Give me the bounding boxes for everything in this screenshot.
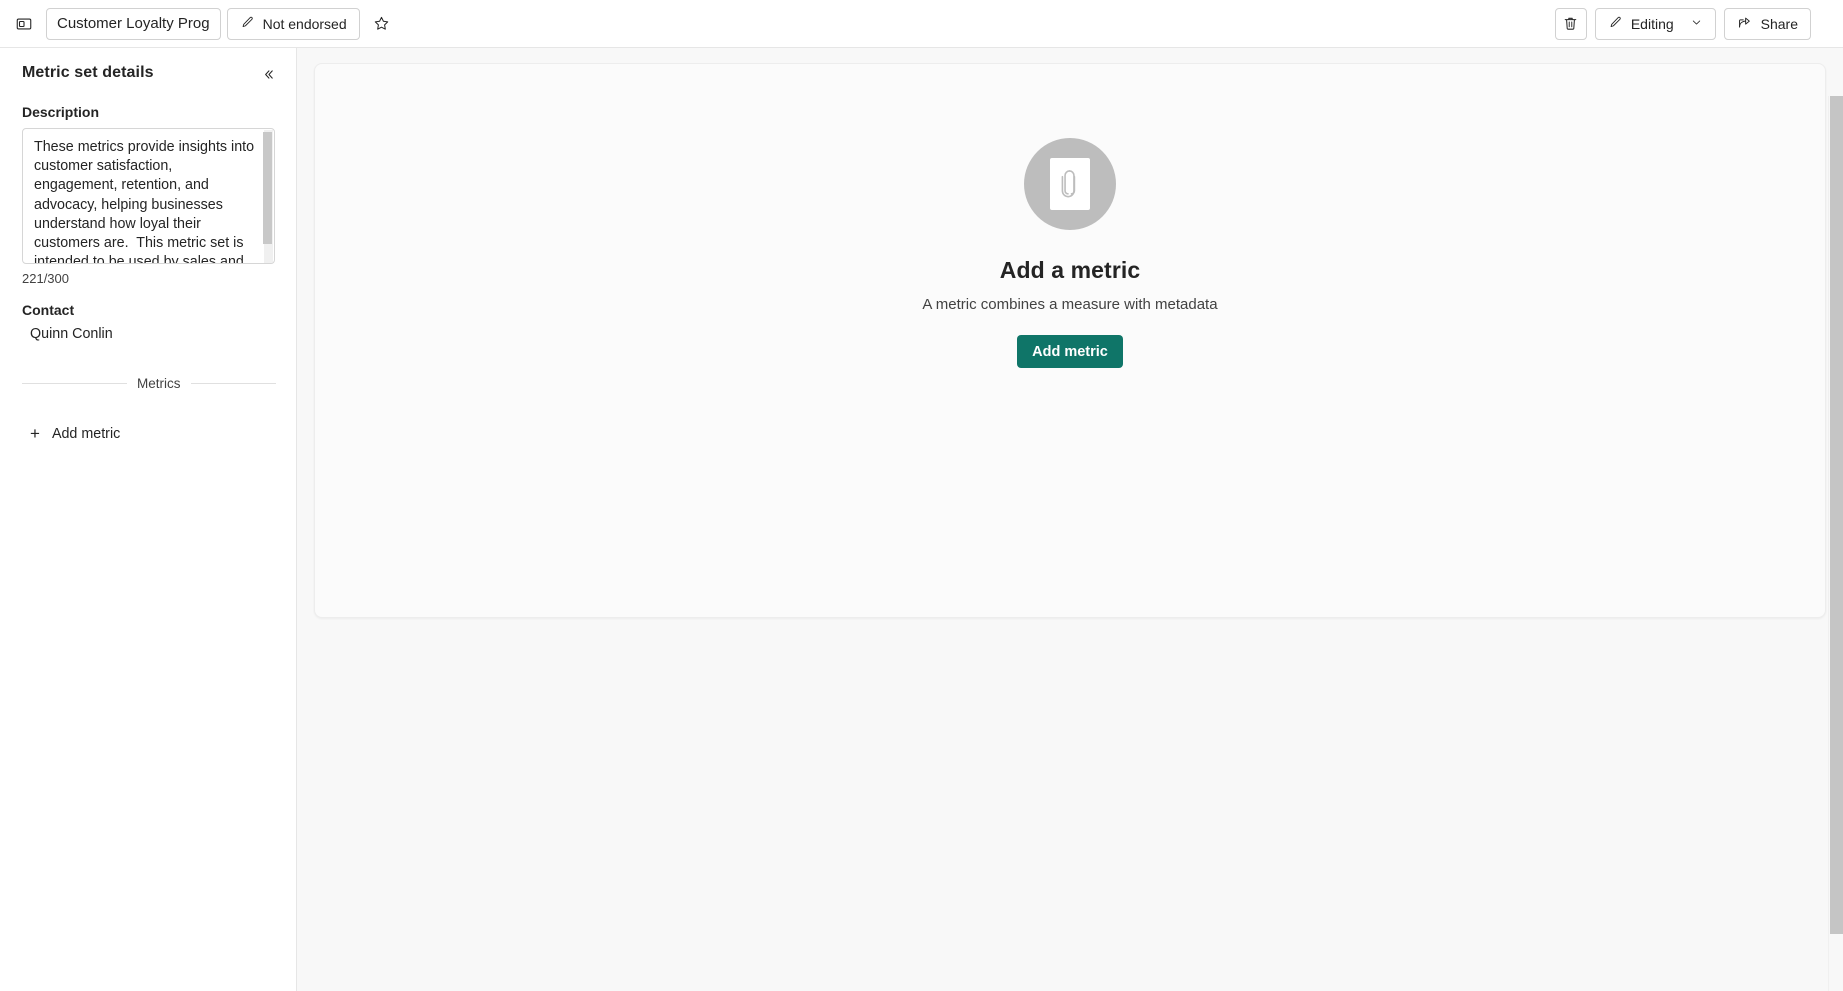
empty-state-title: Add a metric <box>999 257 1141 283</box>
panel-left-icon[interactable] <box>8 8 40 40</box>
endorsement-button[interactable]: Not endorsed <box>226 7 360 40</box>
editing-mode-button[interactable]: Editing <box>1594 7 1716 40</box>
trash-icon[interactable] <box>1554 7 1587 40</box>
app-window: Customer Loyalty Prog Not endorsed Editi… <box>0 0 1843 991</box>
empty-state-subtitle: A metric combines a measure with metadat… <box>922 296 1218 313</box>
chevron-double-left-icon[interactable] <box>256 62 280 86</box>
contact-value[interactable]: Quinn Conlin <box>22 326 276 342</box>
panel-title: Metric set details <box>22 64 154 81</box>
topbar-right-group: Editing Share <box>1554 7 1827 40</box>
metric-set-title-input[interactable]: Customer Loyalty Prog <box>46 7 221 40</box>
add-metric-link-label: Add metric <box>51 425 121 442</box>
add-metric-button[interactable]: Add metric <box>1017 335 1123 368</box>
metric-set-details-panel: Metric set details Description These met… <box>0 48 297 991</box>
body-region: Metric set details Description These met… <box>0 48 1843 991</box>
page-scrollbar-track[interactable] <box>1828 96 1843 991</box>
description-scrollbar-thumb[interactable] <box>263 132 272 244</box>
chevron-down-icon <box>1690 16 1703 32</box>
topbar-left-group: Customer Loyalty Prog Not endorsed <box>8 7 398 40</box>
pencil-icon <box>240 15 255 33</box>
top-command-bar: Customer Loyalty Prog Not endorsed Editi… <box>0 0 1843 48</box>
character-counter: 221/300 <box>22 271 69 286</box>
contact-label: Contact <box>22 302 75 318</box>
description-label: Description <box>22 104 100 120</box>
metrics-divider-label: Metrics <box>137 376 181 391</box>
metrics-card: Add a metric A metric combines a measure… <box>314 63 1826 618</box>
description-textarea[interactable]: These metrics provide insights into cust… <box>22 128 275 264</box>
add-metric-link[interactable]: + Add metric <box>28 421 126 446</box>
share-button[interactable]: Share <box>1723 7 1811 40</box>
divider-line-right <box>190 383 276 384</box>
endorsement-label: Not endorsed <box>262 15 347 32</box>
metrics-section-divider: Metrics <box>22 376 276 391</box>
pencil-icon <box>1608 15 1623 33</box>
page-scrollbar-thumb[interactable] <box>1830 96 1843 934</box>
paperclip-document-icon <box>1023 138 1116 230</box>
star-outline-icon[interactable] <box>366 8 398 40</box>
empty-state: Add a metric A metric combines a measure… <box>922 138 1218 368</box>
sidebar-header: Metric set details <box>22 64 276 86</box>
main-content-area: Add a metric A metric combines a measure… <box>297 48 1843 991</box>
description-value[interactable]: These metrics provide insights into cust… <box>23 129 274 263</box>
description-scrollbar-track[interactable] <box>263 130 273 263</box>
share-icon <box>1737 14 1753 33</box>
divider-line-left <box>22 383 127 384</box>
editing-mode-label: Editing <box>1630 15 1674 32</box>
document-shape <box>1049 158 1090 210</box>
plus-icon: + <box>30 424 40 443</box>
share-label: Share <box>1760 15 1798 32</box>
